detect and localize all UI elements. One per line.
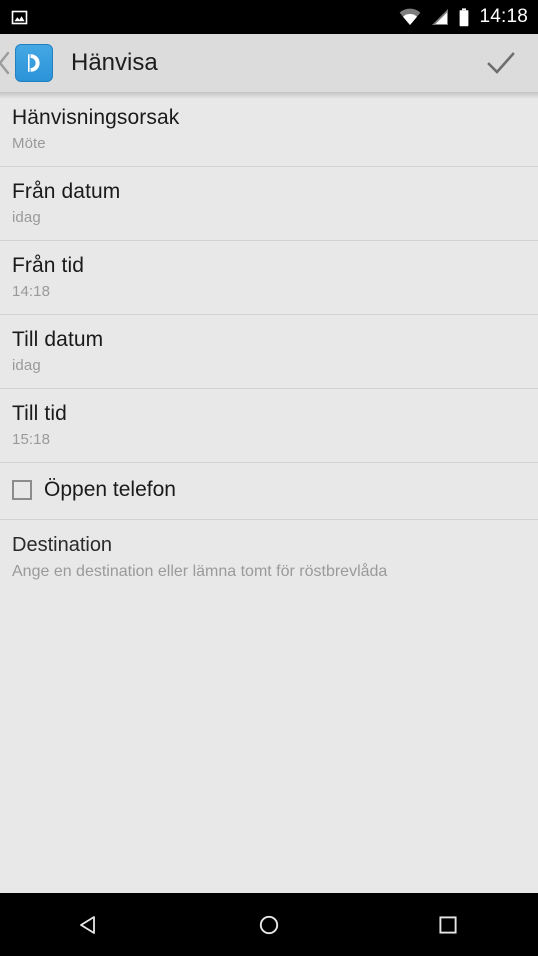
navigation-bar bbox=[0, 893, 538, 956]
list-item-value: 14:18 bbox=[12, 283, 51, 300]
page-title: Hänvisa bbox=[71, 51, 158, 75]
destination-title: Destination bbox=[12, 534, 113, 556]
phone-handset-icon[interactable] bbox=[15, 44, 53, 82]
battery-icon bbox=[458, 7, 470, 27]
back-chevron-icon[interactable] bbox=[0, 50, 13, 76]
list-item-title: Till datum bbox=[12, 328, 104, 351]
destination-hint: Ange en destination eller lämna tomt för… bbox=[12, 563, 388, 580]
list-item-value: idag bbox=[12, 357, 41, 374]
list-item-reason[interactable]: Hänvisningsorsak Möte bbox=[0, 92, 538, 166]
list-item-to-time[interactable]: Till tid 15:18 bbox=[0, 388, 538, 462]
list-item-to-date[interactable]: Till datum idag bbox=[0, 314, 538, 388]
list-item-destination[interactable]: Destination Ange en destination eller lä… bbox=[0, 519, 538, 597]
recents-square-icon[interactable] bbox=[359, 893, 538, 956]
list-item-from-date[interactable]: Från datum idag bbox=[0, 166, 538, 240]
list-item-from-time[interactable]: Från tid 14:18 bbox=[0, 240, 538, 314]
list-item-open-phone[interactable]: Öppen telefon bbox=[0, 462, 538, 519]
wifi-icon bbox=[399, 8, 421, 26]
list-item-title: Från datum bbox=[12, 180, 121, 203]
back-triangle-icon[interactable] bbox=[0, 893, 179, 956]
list-item-value: idag bbox=[12, 209, 41, 226]
list-item-value: Möte bbox=[12, 135, 46, 152]
list-item-title: Hänvisningsorsak bbox=[12, 106, 180, 129]
checkmark-icon[interactable] bbox=[480, 42, 522, 84]
home-circle-icon[interactable] bbox=[179, 893, 358, 956]
action-bar: Hänvisa bbox=[0, 34, 538, 92]
android-screen: 14:18 Hänvisa Hänvisningsorsak Möte Från… bbox=[0, 0, 538, 956]
status-bar-clock: 14:18 bbox=[479, 6, 528, 27]
status-bar-system-icons: 14:18 bbox=[399, 7, 528, 27]
open-phone-checkbox[interactable] bbox=[12, 480, 32, 500]
open-phone-label: Öppen telefon bbox=[44, 478, 176, 501]
image-notification-icon bbox=[10, 8, 29, 27]
status-bar: 14:18 bbox=[0, 0, 538, 34]
status-bar-notifications bbox=[10, 8, 399, 27]
list-item-title: Till tid bbox=[12, 402, 67, 425]
settings-list: Hänvisningsorsak Möte Från datum idag Fr… bbox=[0, 92, 538, 893]
list-item-value: 15:18 bbox=[12, 431, 51, 448]
cellular-signal-icon bbox=[430, 8, 449, 26]
list-item-title: Från tid bbox=[12, 254, 84, 277]
